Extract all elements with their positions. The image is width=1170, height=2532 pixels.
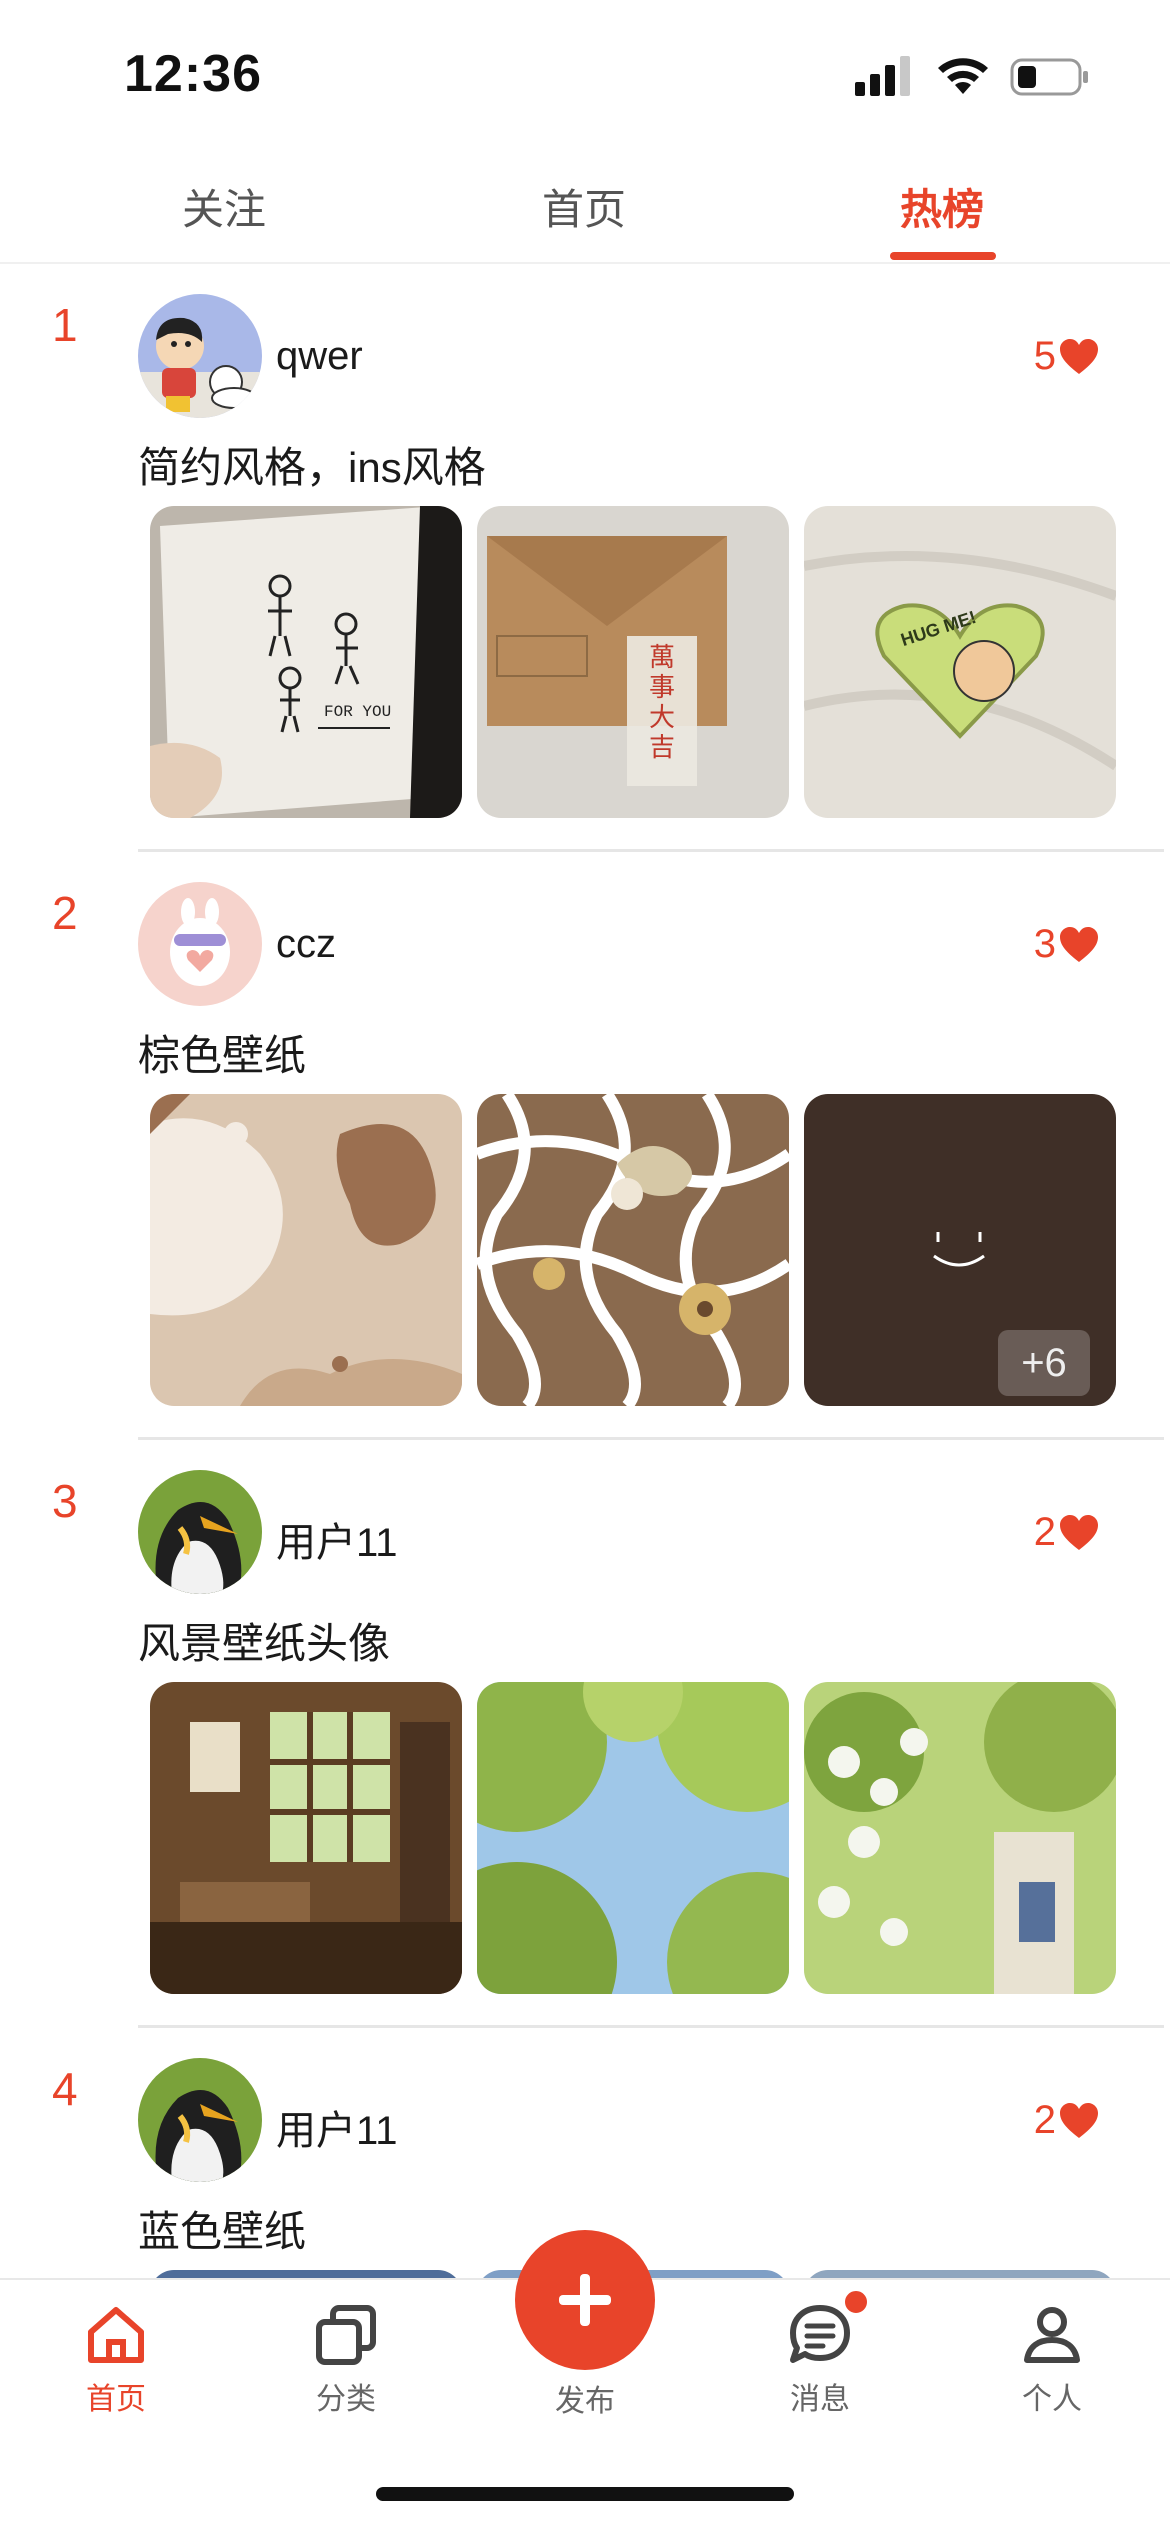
username[interactable]: qwer: [276, 334, 363, 379]
layers-icon: [316, 2305, 376, 2365]
more-images-badge: +6: [998, 1330, 1090, 1396]
status-time: 12:36: [124, 45, 262, 103]
heart-icon: [1060, 926, 1098, 962]
post-image[interactable]: [150, 1094, 462, 1406]
post-image[interactable]: [804, 1682, 1116, 1994]
avatar[interactable]: [138, 1470, 262, 1594]
active-tab-indicator: [890, 252, 996, 260]
rank-number: 4: [52, 2063, 78, 2115]
post-title[interactable]: 蓝色壁纸: [138, 2198, 306, 2259]
heart-icon: [1060, 2102, 1098, 2138]
avatar[interactable]: [138, 2058, 262, 2182]
unread-dot: [842, 2288, 870, 2316]
plus-icon: [559, 2274, 611, 2326]
image-grid: FOR YOU 萬 事 大 吉 HUG ME!: [150, 506, 1116, 818]
tab-home[interactable]: 首页: [542, 176, 626, 237]
username[interactable]: ccz: [276, 922, 336, 967]
rank-number: 3: [52, 1475, 78, 1527]
post-card[interactable]: 2 ccz 3 棕色壁纸 +6: [0, 852, 1170, 1440]
rank-number: 1: [52, 299, 78, 351]
nav-profile-label: 个人: [1022, 2383, 1082, 2416]
chat-icon: [790, 2305, 850, 2363]
like-count[interactable]: 2: [1034, 1510, 1100, 1555]
like-count[interactable]: 5: [1034, 334, 1100, 379]
post-image[interactable]: [477, 1094, 789, 1406]
home-indicator[interactable]: [376, 2487, 794, 2501]
nav-home[interactable]: 首页: [46, 2302, 186, 2418]
post-image[interactable]: HUG ME!: [804, 506, 1116, 818]
post-image[interactable]: FOR YOU: [150, 506, 462, 818]
post-card[interactable]: 3 用户11 2 风景壁纸头像: [0, 1440, 1170, 2028]
person-icon: [1024, 2307, 1080, 2363]
cellular-signal-icon: [855, 56, 910, 96]
nav-messages[interactable]: 消息: [750, 2302, 890, 2418]
publish-button[interactable]: [515, 2230, 655, 2370]
nav-profile[interactable]: 个人: [982, 2302, 1122, 2418]
post-title[interactable]: 简约风格，ins风格: [138, 434, 486, 495]
publish-label: 发布: [555, 2385, 615, 2418]
avatar[interactable]: [138, 882, 262, 1006]
avatar[interactable]: [138, 294, 262, 418]
svg-text:FOR YOU: FOR YOU: [324, 703, 391, 721]
hot-list-feed[interactable]: 1 qwer 5 简约风格，ins风格 FOR YOU 萬 事 大 吉 HUG …: [0, 264, 1170, 2280]
rank-number: 2: [52, 887, 78, 939]
nav-category[interactable]: 分类: [276, 2302, 416, 2418]
like-count-value: 5: [1033, 334, 1056, 378]
battery-icon: [1010, 58, 1088, 96]
tab-follow[interactable]: 关注: [182, 176, 266, 237]
post-image[interactable]: 萬 事 大 吉: [477, 506, 789, 818]
top-tab-bar: 关注 首页 热榜: [0, 160, 1170, 264]
nav-category-label: 分类: [316, 2383, 376, 2416]
heart-icon: [1060, 338, 1098, 374]
like-count[interactable]: 3: [1034, 922, 1100, 967]
svg-text:事: 事: [649, 672, 675, 702]
image-grid: [150, 1682, 1116, 1994]
tab-hot-list[interactable]: 热榜: [900, 176, 984, 237]
like-count-value: 2: [1033, 1510, 1056, 1554]
home-icon: [88, 2307, 144, 2363]
post-image[interactable]: +6: [804, 1094, 1116, 1406]
like-count[interactable]: 2: [1034, 2098, 1100, 2143]
heart-icon: [1060, 1514, 1098, 1550]
nav-messages-label: 消息: [790, 2383, 850, 2416]
username[interactable]: 用户11: [276, 2098, 398, 2156]
like-count-value: 2: [1033, 2098, 1056, 2142]
post-card[interactable]: 1 qwer 5 简约风格，ins风格 FOR YOU 萬 事 大 吉 HUG …: [0, 264, 1170, 852]
nav-home-label: 首页: [86, 2383, 146, 2416]
svg-text:大: 大: [649, 702, 675, 732]
svg-text:吉: 吉: [649, 732, 675, 762]
post-image[interactable]: [477, 1682, 789, 1994]
status-bar: 12:36: [0, 0, 1170, 150]
wifi-icon: [938, 58, 988, 94]
post-title[interactable]: 风景壁纸头像: [138, 1610, 390, 1671]
svg-text:萬: 萬: [649, 642, 675, 672]
image-grid: +6: [150, 1094, 1116, 1406]
like-count-value: 3: [1033, 922, 1056, 966]
post-image[interactable]: [150, 1682, 462, 1994]
post-title[interactable]: 棕色壁纸: [138, 1022, 306, 1083]
username[interactable]: 用户11: [276, 1510, 398, 1568]
